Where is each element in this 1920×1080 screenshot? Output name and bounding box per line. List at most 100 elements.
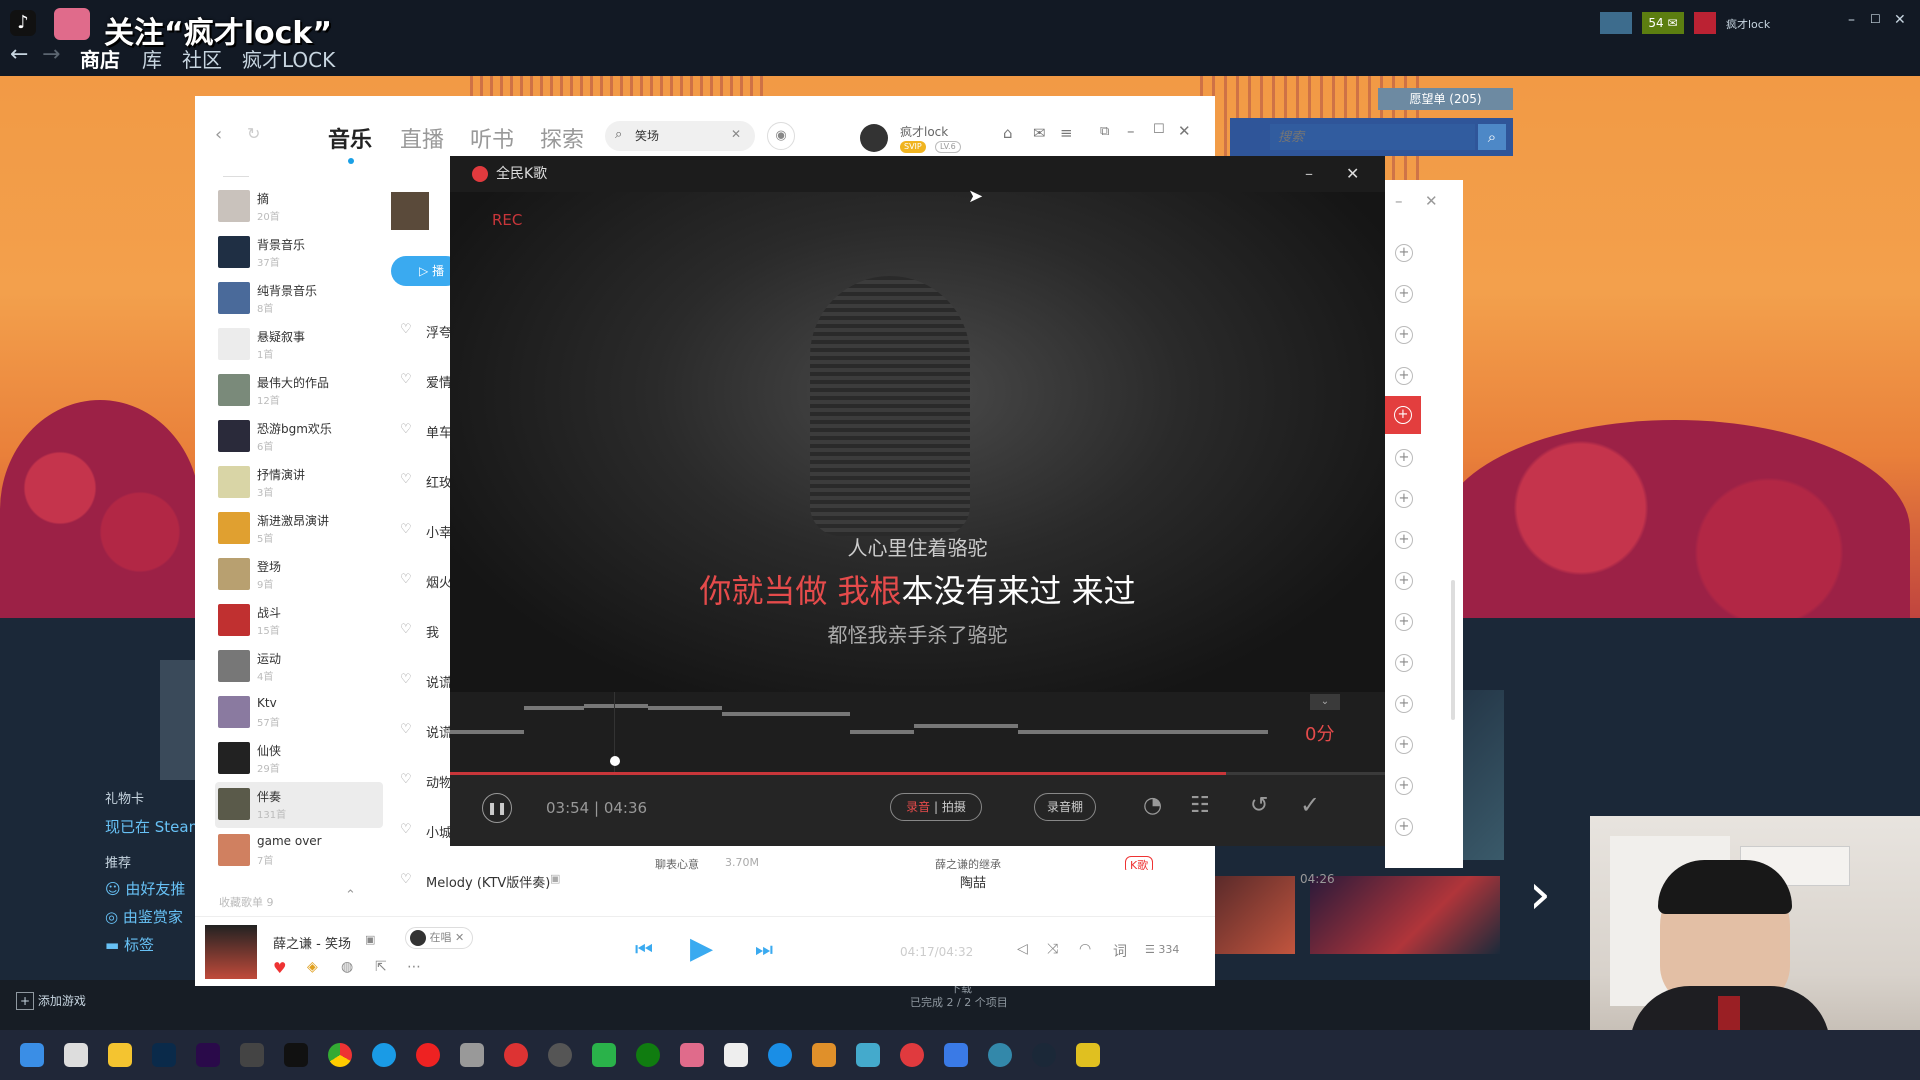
pitch-adjust-icon[interactable]: ◔ [1143,793,1162,818]
sidebar-link-tags[interactable]: ▬ 标签 [105,934,195,955]
app-icon[interactable] [856,1043,880,1067]
add-icon[interactable]: + [1395,695,1413,713]
heart-icon[interactable]: ♡ [400,822,412,837]
restart-icon[interactable]: ↺ [1250,793,1268,818]
heart-icon[interactable]: ♡ [400,522,412,537]
record-label[interactable]: 录音 [906,800,930,814]
minimize-icon[interactable]: – [1305,156,1313,192]
sidebar-playlist-item[interactable]: game over 7首 [215,828,383,874]
heart-icon[interactable]: ♡ [400,572,412,587]
now-playing-cover[interactable] [205,925,257,979]
song-row[interactable]: ♡ Melody (KTV版伴奏) ▣ 陶喆 04:26 [400,872,1335,896]
clear-search-icon[interactable]: ✕ [731,127,741,141]
heart-icon[interactable]: ♥ [273,959,286,977]
obs-icon[interactable] [240,1043,264,1067]
collapse-icon[interactable]: ⌃ [345,888,356,903]
forward-arrow-icon[interactable]: → [42,42,60,67]
search-icon[interactable]: ⌕ [1478,124,1506,150]
add-icon[interactable]: + [1395,613,1413,631]
avatar[interactable] [1694,12,1716,34]
steam-username[interactable]: 疯才lock [1726,16,1770,32]
singing-chip[interactable]: 在唱 ✕ [405,927,474,949]
heart-icon[interactable]: ♡ [400,372,412,387]
collected-playlists-label[interactable]: 收藏歌单 9 [219,894,274,910]
studio-button[interactable]: 录音棚 [1034,793,1096,821]
close-icon[interactable]: ✕ [1346,156,1359,192]
share-icon[interactable]: ⇱ [375,959,387,975]
app-icon[interactable] [460,1043,484,1067]
xbox-icon[interactable] [636,1043,660,1067]
wechat-icon[interactable] [592,1043,616,1067]
avatar[interactable] [860,124,888,152]
app-icon[interactable] [1076,1043,1100,1067]
add-icon[interactable]: + [1395,490,1413,508]
add-icon[interactable]: + [1395,244,1413,262]
premiere-icon[interactable] [196,1043,220,1067]
scrollbar[interactable] [1451,580,1455,720]
kge-tag[interactable]: K歌 [1125,856,1154,870]
headphone-icon[interactable]: ◠ [1079,941,1091,957]
tab-audiobook[interactable]: 听书 [470,122,514,154]
playlist-queue-button[interactable]: ☰ 334 [1145,943,1179,956]
sidebar-playlist-item[interactable]: 战斗 15首 [215,598,383,644]
heart-icon[interactable]: ♡ [400,322,412,337]
heart-icon[interactable]: ♡ [400,622,412,637]
file-explorer-icon[interactable] [108,1043,132,1067]
chevron-right-icon[interactable]: › [1510,830,1570,960]
task-view-icon[interactable] [64,1043,88,1067]
comment-icon[interactable]: ◍ [341,959,353,975]
steam-nav-library[interactable]: 库 [142,44,162,73]
add-icon-active[interactable]: + [1385,396,1421,434]
heart-icon[interactable]: ♡ [400,722,412,737]
sidebar-playlist-item[interactable]: 抒情演讲 3首 [215,460,383,506]
add-icon[interactable]: + [1395,449,1413,467]
finish-check-icon[interactable]: ✓ [1300,791,1320,819]
steam-nav-profile[interactable]: 疯才LOCK [242,44,335,73]
menu-icon[interactable]: ≡ [1060,124,1073,142]
steam-nav-store[interactable]: 商店 [80,44,120,73]
pause-button[interactable]: ❚❚ [482,793,512,823]
maximize-icon[interactable]: ☐ [1153,122,1165,137]
heart-icon[interactable]: ♡ [400,472,412,487]
tab-explore[interactable]: 探索 [540,122,584,154]
photoshop-icon[interactable] [152,1043,176,1067]
heart-icon[interactable]: ♡ [400,672,412,687]
edge-icon[interactable] [372,1043,396,1067]
bilibili-icon[interactable] [680,1043,704,1067]
app-icon[interactable] [944,1043,968,1067]
sidebar-playlist-item[interactable]: 渐进激昂演讲 5首 [215,506,383,552]
netease-music-icon[interactable] [504,1043,528,1067]
back-icon[interactable]: ‹ [215,124,222,145]
add-icon[interactable]: + [1395,654,1413,672]
shuffle-icon[interactable]: ⤨ [1047,941,1058,957]
sidebar-gift-card[interactable]: 礼物卡 [105,788,144,807]
chevron-down-icon[interactable]: ⌄ [1310,694,1340,710]
skin-icon[interactable]: ⌂ [1003,124,1013,142]
add-icon[interactable]: + [1395,367,1413,385]
game-capsule[interactable] [1310,876,1500,954]
sidebar-playlist-item[interactable]: 仙侠 29首 [215,736,383,782]
mv-icon[interactable]: ▣ [365,933,375,946]
mv-icon[interactable]: ▣ [550,872,560,885]
kge-taskbar-icon[interactable] [900,1043,924,1067]
steam-nav-community[interactable]: 社区 [182,44,222,73]
maximize-icon[interactable]: ☐ [1870,12,1881,26]
voice-search-icon[interactable]: ◉ [767,122,795,150]
add-icon[interactable]: + [1395,572,1413,590]
steam-icon[interactable] [1032,1043,1056,1067]
volume-icon[interactable]: ◁ [1017,941,1028,957]
add-icon[interactable]: + [1395,531,1413,549]
epic-games-icon[interactable] [724,1043,748,1067]
notification-badge[interactable]: 54 ✉ [1642,12,1684,34]
add-icon[interactable]: + [1395,736,1413,754]
sidebar-playlist-item[interactable]: 最伟大的作品 12首 [215,368,383,414]
music-username[interactable]: 疯才lock [900,123,948,140]
sidebar-playlist-item[interactable]: 运动 4首 [215,644,383,690]
add-icon[interactable]: + [1395,285,1413,303]
broadcast-icon[interactable] [1600,12,1632,34]
minimize-icon[interactable]: – [1395,192,1403,210]
sidebar-playlist-item[interactable]: 恐游bgm欢乐 6首 [215,414,383,460]
sidebar-playlist-item-selected[interactable]: 伴奏 131首 [215,782,383,828]
app-icon[interactable] [548,1043,572,1067]
heart-icon[interactable]: ♡ [400,772,412,787]
